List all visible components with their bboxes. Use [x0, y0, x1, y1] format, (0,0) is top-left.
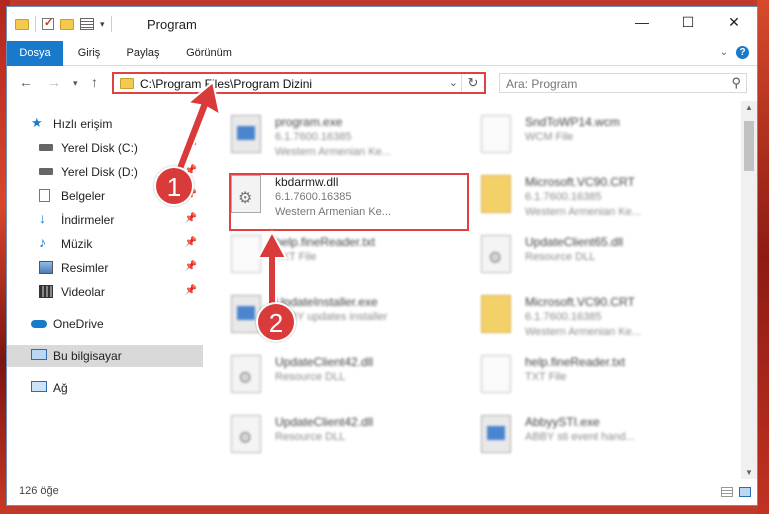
- step-1-badge: 1: [154, 166, 194, 206]
- annotation-arrows: [173, 80, 288, 306]
- step-2-badge: 2: [256, 302, 296, 342]
- arrow-2: [256, 229, 288, 306]
- arrow-1: [173, 80, 222, 174]
